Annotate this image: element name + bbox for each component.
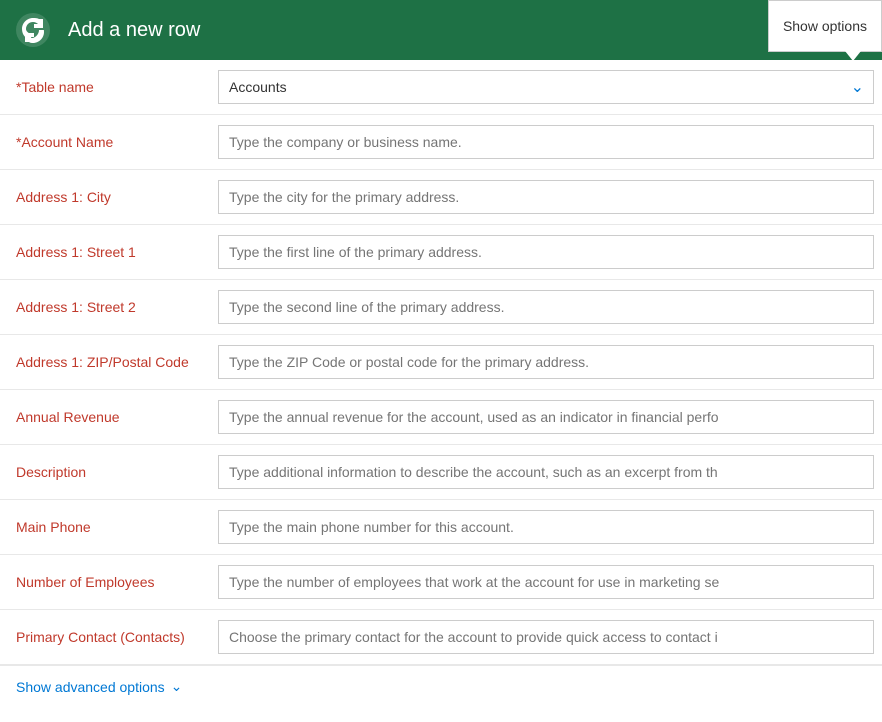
label-account-name: * Account Name — [0, 115, 210, 169]
input-wrap-address-street1 — [210, 225, 882, 279]
field-row-address-street1: Address 1: Street 1 — [0, 225, 882, 280]
input-address-city[interactable] — [218, 180, 874, 214]
input-main-phone[interactable] — [218, 510, 874, 544]
field-row-address-street2: Address 1: Street 2 — [0, 280, 882, 335]
input-annual-revenue[interactable] — [218, 400, 874, 434]
logo-icon — [15, 12, 51, 48]
label-text-annual-revenue: Annual Revenue — [16, 409, 120, 425]
show-advanced-button[interactable]: Show advanced options ⌄ — [16, 678, 182, 695]
app-container: Add a new row Show options * Table name … — [0, 0, 882, 707]
field-row-primary-contact: Primary Contact (Contacts) — [0, 610, 882, 665]
show-options-button[interactable]: Show options — [768, 0, 882, 52]
label-text-account-name: Account Name — [21, 134, 113, 150]
label-description: Description — [0, 445, 210, 499]
input-wrap-primary-contact — [210, 610, 882, 664]
field-row-account-name: * Account Name — [0, 115, 882, 170]
table-name-select[interactable]: Accounts Contacts Leads — [218, 70, 874, 104]
input-wrap-address-street2 — [210, 280, 882, 334]
header: Add a new row Show options — [0, 0, 882, 60]
field-row-annual-revenue: Annual Revenue — [0, 390, 882, 445]
table-name-label: * Table name — [0, 60, 210, 114]
chevron-down-icon: ⌄ — [171, 678, 183, 695]
input-wrap-annual-revenue — [210, 390, 882, 444]
label-annual-revenue: Annual Revenue — [0, 390, 210, 444]
table-name-label-text: Table name — [21, 79, 93, 95]
label-text-address-street1: Address 1: Street 1 — [16, 244, 136, 260]
input-address-zip[interactable] — [218, 345, 874, 379]
input-wrap-description — [210, 445, 882, 499]
label-address-street2: Address 1: Street 2 — [0, 280, 210, 334]
label-text-primary-contact: Primary Contact (Contacts) — [16, 629, 185, 645]
label-text-address-zip: Address 1: ZIP/Postal Code — [16, 354, 189, 370]
label-text-main-phone: Main Phone — [16, 519, 91, 535]
show-advanced-label: Show advanced options — [16, 679, 165, 695]
field-row-main-phone: Main Phone — [0, 500, 882, 555]
table-name-input-wrap: Accounts Contacts Leads ⌄ — [210, 60, 882, 114]
input-address-street2[interactable] — [218, 290, 874, 324]
label-text-description: Description — [16, 464, 86, 480]
field-row-address-zip: Address 1: ZIP/Postal Code — [0, 335, 882, 390]
input-account-name[interactable] — [218, 125, 874, 159]
label-text-num-employees: Number of Employees — [16, 574, 155, 590]
label-text-address-city: Address 1: City — [16, 189, 111, 205]
app-logo — [12, 9, 54, 51]
input-wrap-main-phone — [210, 500, 882, 554]
input-wrap-address-zip — [210, 335, 882, 389]
label-main-phone: Main Phone — [0, 500, 210, 554]
label-num-employees: Number of Employees — [0, 555, 210, 609]
input-num-employees[interactable] — [218, 565, 874, 599]
field-row-num-employees: Number of Employees — [0, 555, 882, 610]
form-content: * Table name Accounts Contacts Leads ⌄ *… — [0, 60, 882, 665]
table-name-row: * Table name Accounts Contacts Leads ⌄ — [0, 60, 882, 115]
input-description[interactable] — [218, 455, 874, 489]
page-title: Add a new row — [68, 19, 200, 42]
field-row-address-city: Address 1: City — [0, 170, 882, 225]
table-name-select-wrap: Accounts Contacts Leads ⌄ — [218, 70, 874, 104]
label-text-address-street2: Address 1: Street 2 — [16, 299, 136, 315]
label-address-zip: Address 1: ZIP/Postal Code — [0, 335, 210, 389]
label-primary-contact: Primary Contact (Contacts) — [0, 610, 210, 664]
footer: Show advanced options ⌄ — [0, 665, 882, 707]
input-primary-contact[interactable] — [218, 620, 874, 654]
input-wrap-num-employees — [210, 555, 882, 609]
field-row-description: Description — [0, 445, 882, 500]
input-wrap-account-name — [210, 115, 882, 169]
label-address-street1: Address 1: Street 1 — [0, 225, 210, 279]
fields-container: * Account Name Address 1: City Address 1: … — [0, 115, 882, 665]
label-address-city: Address 1: City — [0, 170, 210, 224]
input-address-street1[interactable] — [218, 235, 874, 269]
input-wrap-address-city — [210, 170, 882, 224]
